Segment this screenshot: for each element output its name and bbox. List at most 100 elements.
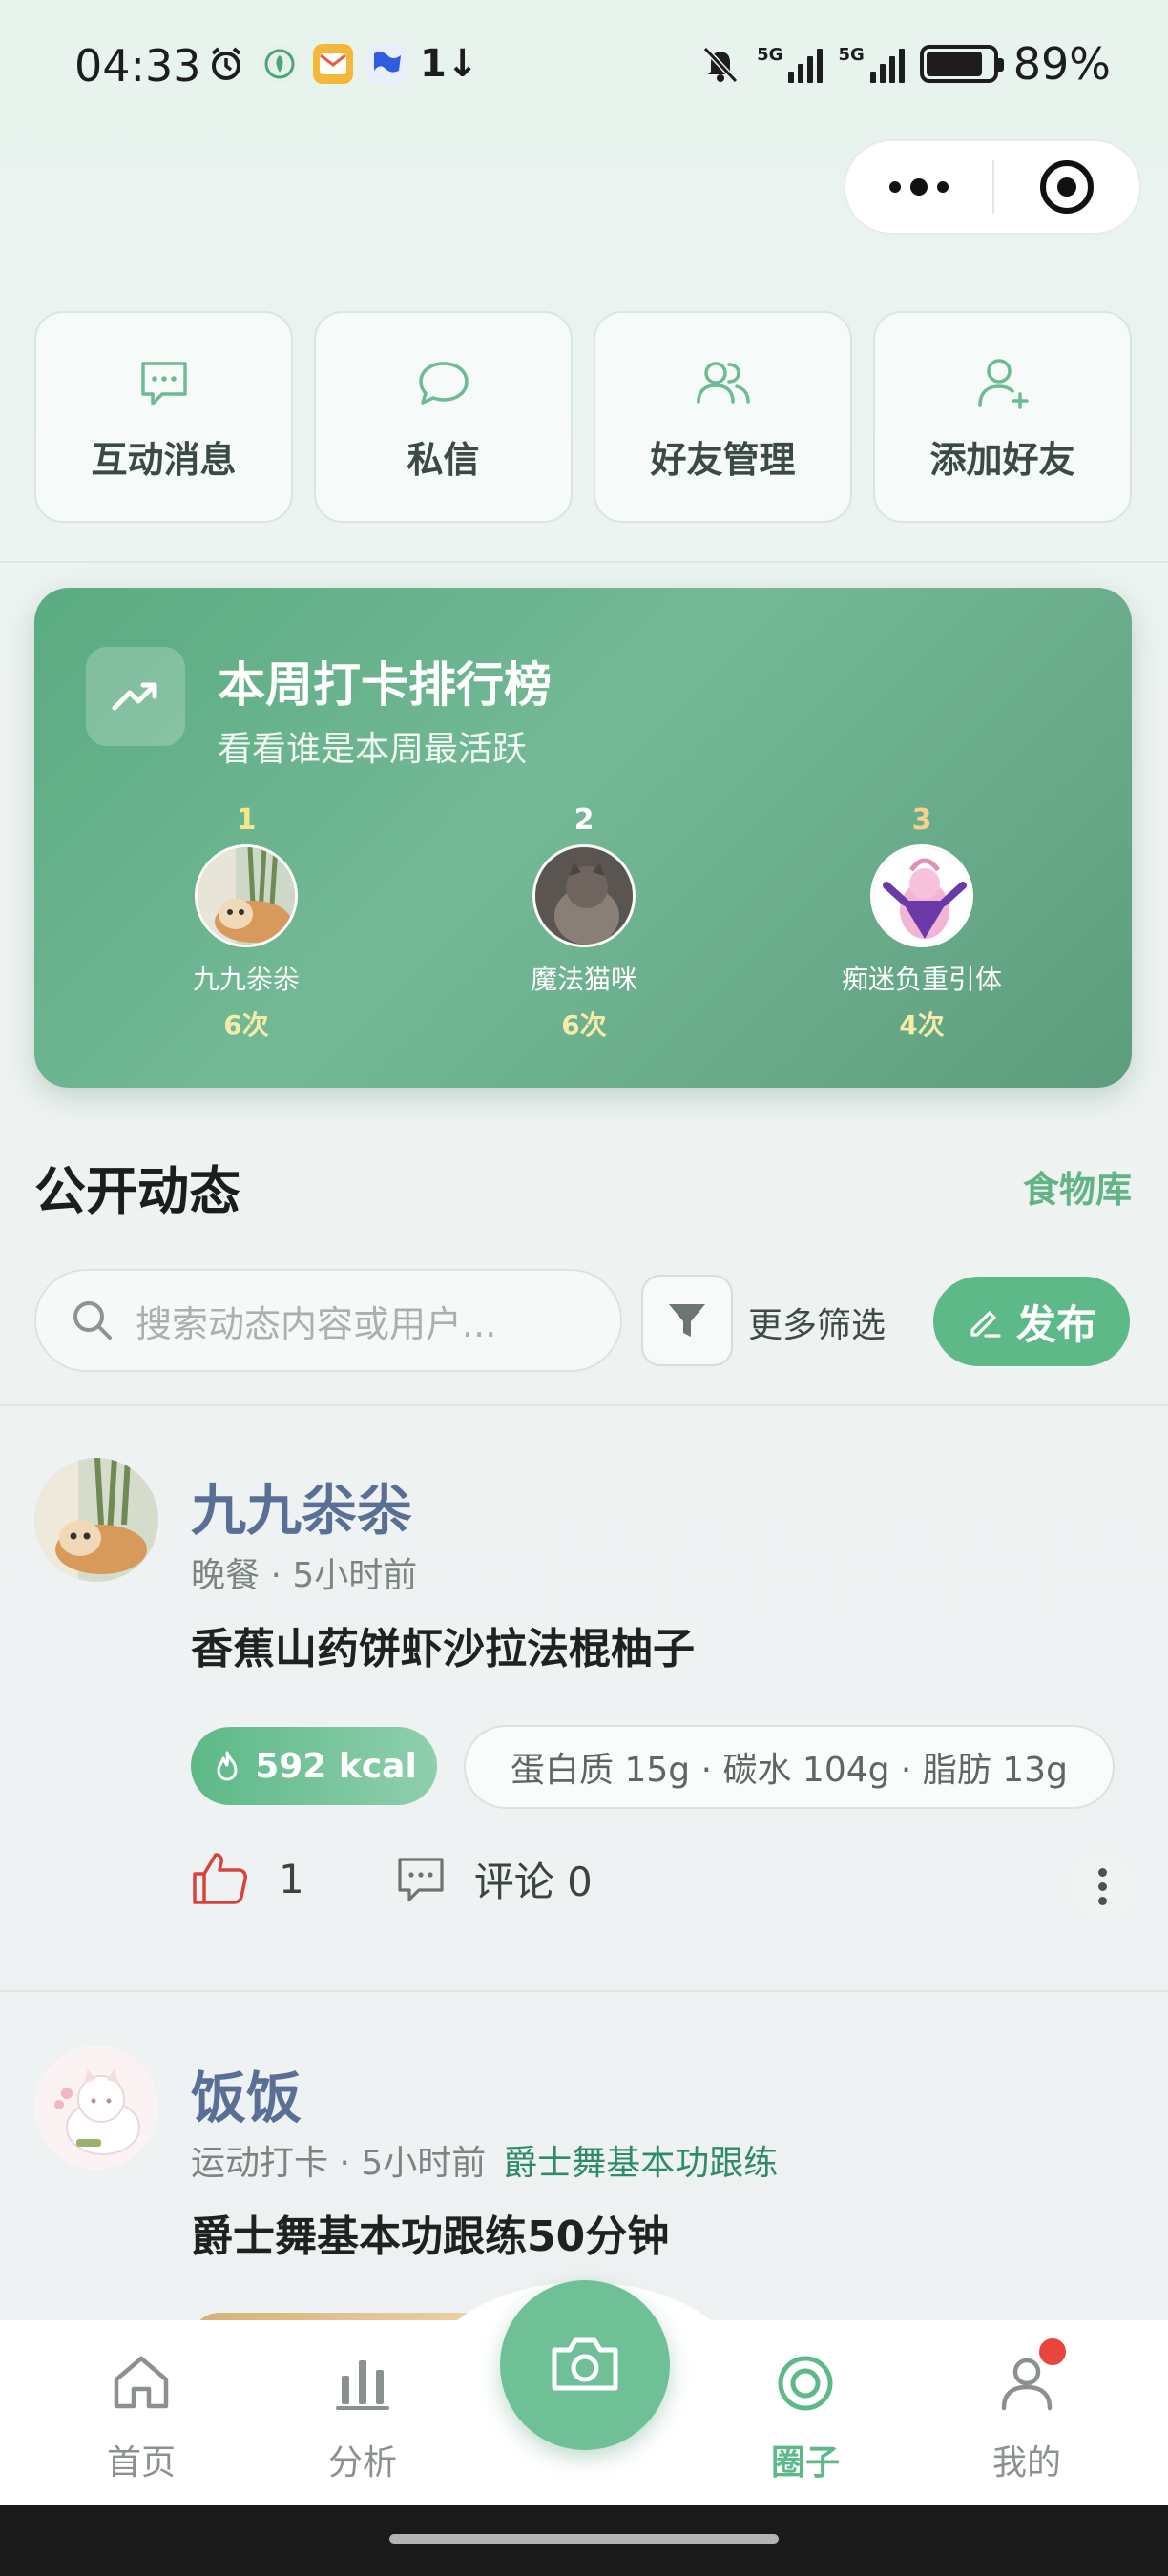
post-actions: 1 评论 0: [191, 1849, 593, 1908]
tab-home[interactable]: 首页: [55, 2349, 227, 2484]
quick-action-label: 好友管理: [650, 438, 796, 481]
battery-percent: 89%: [1012, 38, 1111, 90]
status-time: 04:33: [74, 40, 201, 92]
publish-button[interactable]: 发布: [933, 1277, 1130, 1366]
rank-count: 6次: [561, 1009, 607, 1041]
target-icon: [1039, 160, 1094, 214]
message-dots-icon: [140, 361, 187, 405]
publish-label: 发布: [1015, 1300, 1096, 1348]
page: 04:33 1↓ 5G 5G 89% 互动消息 私信 好友管理 添加好友 本周打…: [0, 0, 1168, 2576]
food-library-link[interactable]: 食物库: [1023, 1160, 1132, 1213]
post-username[interactable]: 饭饭: [191, 2053, 302, 2133]
users-icon: [696, 361, 750, 404]
more-menu-button[interactable]: [845, 141, 992, 233]
activity-tag[interactable]: 爵士舞基本功跟练: [503, 2144, 778, 2183]
alarm-icon: [206, 44, 246, 84]
chat-bubble-icon: [418, 361, 469, 405]
user-plus-icon: [977, 358, 1029, 409]
battery-icon: [919, 45, 1004, 83]
comment-button[interactable]: 评论 0: [394, 1850, 593, 1908]
tab-circle[interactable]: 圈子: [720, 2349, 891, 2484]
rank-item-1[interactable]: 1 九九尜尜 6次: [122, 803, 370, 1043]
section-title: 公开动态: [34, 1161, 240, 1221]
avatar: [870, 844, 973, 947]
comment-icon: [398, 1858, 444, 1901]
avatar: [532, 844, 636, 947]
tab-label: 首页: [106, 2443, 176, 2483]
data-activity-icon: 1↓: [420, 42, 479, 86]
flag-app-icon: [366, 44, 407, 84]
thumbs-up-icon: [193, 1853, 247, 1904]
camera-button[interactable]: [500, 2280, 670, 2450]
status-right-icons: 5G 5G 89%: [699, 38, 1111, 90]
edit-pen-icon: [970, 1311, 1001, 1338]
rank-name: 痴迷负重引体: [841, 964, 1002, 995]
quick-action-private-message[interactable]: 私信: [314, 311, 573, 523]
bar-chart-icon: [336, 2360, 389, 2410]
post-content: 香蕉山药饼虾沙拉法棍柚子: [191, 1625, 695, 1673]
camera-icon: [552, 2337, 618, 2391]
trend-up-icon: [86, 647, 185, 746]
tab-profile[interactable]: 我的: [941, 2349, 1113, 2484]
post-meta: 晚餐 · 5小时前: [191, 1556, 418, 1595]
filter-button[interactable]: [641, 1275, 733, 1366]
notification-badge: [1036, 2336, 1069, 2368]
divider: [0, 1404, 1168, 1406]
like-button[interactable]: 1: [191, 1849, 304, 1908]
status-bar: 04:33 1↓ 5G 5G 89%: [0, 0, 1168, 134]
tab-analysis[interactable]: 分析: [277, 2349, 448, 2484]
rank-count: 6次: [223, 1009, 269, 1041]
tab-label: 分析: [327, 2443, 397, 2483]
calorie-value: 592 kcal: [255, 1746, 417, 1786]
tab-label: 圈子: [770, 2443, 840, 2483]
search-placeholder: 搜索动态内容或用户...: [136, 1302, 497, 1345]
circle-target-icon: [778, 2356, 833, 2411]
post-username[interactable]: 九九尜尜: [191, 1465, 412, 1546]
signal-2-icon: 5G: [838, 45, 905, 83]
rank-number: 3: [911, 803, 932, 837]
leaderboard-title: 本周打卡排行榜: [218, 657, 552, 713]
avatar[interactable]: [34, 2046, 158, 2170]
rank-name: 九九尜尜: [192, 964, 300, 995]
close-miniprogram-button[interactable]: [994, 160, 1139, 214]
app-leaf-icon: [260, 44, 300, 84]
quick-action-label: 互动消息: [91, 438, 237, 481]
post-more-button[interactable]: [1069, 1853, 1136, 1920]
flame-icon: [217, 1751, 238, 1781]
network-1-label: 5G: [757, 45, 783, 65]
miniprogram-capsule: [844, 139, 1141, 235]
filter-funnel-icon: [669, 1304, 705, 1337]
rank-count: 4次: [899, 1009, 945, 1041]
search-icon: [73, 1301, 112, 1340]
more-filter-button[interactable]: 更多筛选: [748, 1298, 886, 1347]
signal-1-icon: 5G: [757, 45, 824, 83]
leaderboard-subtitle: 看看谁是本周最活跃: [218, 730, 528, 769]
rank-name: 魔法猫咪: [530, 964, 637, 995]
calorie-badge: 592 kcal: [191, 1727, 437, 1805]
like-count: 1: [279, 1855, 304, 1902]
quick-action-interaction-messages[interactable]: 互动消息: [34, 311, 293, 523]
network-2-label: 5G: [838, 45, 865, 65]
rank-number: 2: [574, 803, 594, 837]
avatar[interactable]: [34, 1458, 158, 1582]
quick-action-label: 添加好友: [929, 438, 1075, 481]
search-input[interactable]: 搜索动态内容或用户...: [34, 1269, 622, 1372]
comment-label: 评论 0: [473, 1858, 593, 1905]
quick-actions: 互动消息 私信 好友管理 添加好友: [34, 311, 1132, 523]
divider: [0, 561, 1168, 563]
home-icon: [114, 2356, 169, 2409]
post-content: 爵士舞基本功跟练50分钟: [191, 2212, 670, 2261]
tab-label: 我的: [991, 2443, 1061, 2483]
rank-item-3[interactable]: 3 痴迷负重引体 4次: [798, 803, 1046, 1043]
weekly-leaderboard-card[interactable]: 本周打卡排行榜 看看谁是本周最活跃 1 九九尜尜 6次 2 魔法猫咪 6次 3 …: [34, 588, 1132, 1088]
quick-action-friend-management[interactable]: 好友管理: [594, 311, 852, 523]
rank-item-2[interactable]: 2 魔法猫咪 6次: [460, 803, 708, 1043]
post-meta-text: 运动打卡 · 5小时前: [191, 2144, 487, 2183]
post-meta: 运动打卡 · 5小时前 爵士舞基本功跟练: [191, 2135, 778, 2185]
rank-number: 1: [236, 803, 257, 837]
quick-action-add-friend[interactable]: 添加好友: [873, 311, 1132, 523]
mute-bell-icon: [702, 46, 739, 84]
home-indicator[interactable]: [389, 2534, 779, 2544]
avatar: [195, 844, 298, 947]
mail-app-icon: [313, 44, 353, 84]
